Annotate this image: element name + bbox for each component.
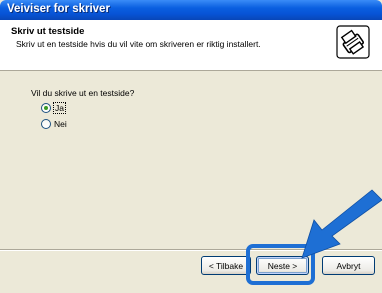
radio-ja[interactable] (41, 103, 51, 113)
pointer-arrow-icon (301, 189, 382, 259)
question-label: Vil du skrive ut en testside? (31, 88, 135, 98)
printer-icon (336, 25, 370, 59)
page-title: Skriv ut testside (11, 26, 85, 37)
page-subtitle: Skriv ut en testside hvis du vil vite om… (16, 39, 261, 49)
option-ja-label: Ja (53, 102, 66, 114)
option-ja[interactable]: Ja (41, 101, 66, 115)
option-nei-label: Nei (54, 119, 67, 129)
printer-wizard-window: Veiviser for skriver Skriv ut testside S… (0, 0, 382, 293)
wizard-header: Skriv ut testside Skriv ut en testside h… (0, 20, 382, 71)
title-bar[interactable]: Veiviser for skriver (0, 0, 382, 20)
back-button[interactable]: < Tilbake (201, 256, 251, 275)
window-title: Veiviser for skriver (7, 3, 110, 15)
option-nei[interactable]: Nei (41, 117, 67, 131)
radio-nei[interactable] (41, 119, 51, 129)
